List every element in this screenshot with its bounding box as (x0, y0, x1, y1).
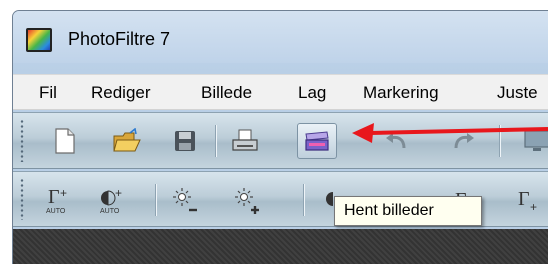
svg-text:+: + (115, 186, 122, 200)
svg-text:Γ: Γ (518, 188, 530, 210)
auto-contrast-button[interactable]: + AUTO (93, 182, 133, 218)
new-document-icon (55, 128, 75, 154)
menu-markering[interactable]: Markering (363, 83, 439, 103)
menu-lag[interactable]: Lag (298, 83, 326, 103)
toolbar-separator (303, 184, 305, 216)
photofiltre-app-icon[interactable] (26, 28, 52, 52)
auto-levels-button[interactable]: Γ + AUTO (39, 182, 79, 218)
menu-billede[interactable]: Billede (201, 83, 252, 103)
title-bar: PhotoFiltre 7 (13, 11, 548, 63)
menu-rediger[interactable]: Rediger (91, 83, 151, 103)
toolbar-grip[interactable] (19, 119, 25, 162)
toolbar-separator (215, 125, 217, 157)
save-button[interactable] (165, 123, 205, 159)
print-icon (232, 129, 258, 151)
brightness-plus-icon (235, 188, 259, 214)
workspace-area[interactable] (13, 229, 548, 264)
menu-bar: Fil Rediger Billede Lag Markering Juste (13, 74, 548, 110)
auto-contrast-icon: + AUTO (100, 186, 122, 215)
auto-label: AUTO (46, 208, 66, 215)
menu-fil[interactable]: Fil (39, 83, 57, 103)
menu-juster[interactable]: Juste (497, 83, 538, 103)
toolbar-grip[interactable] (19, 178, 25, 220)
auto-label: AUTO (100, 208, 120, 215)
auto-levels-icon: Γ + AUTO (46, 186, 67, 215)
svg-text:+: + (530, 200, 537, 214)
scanner-acquire-icon (305, 131, 329, 151)
acquire-images-button[interactable] (297, 123, 337, 159)
window-title: PhotoFiltre 7 (68, 29, 171, 49)
svg-text:+: + (60, 186, 67, 200)
tooltip-text: Hent billeder (344, 202, 434, 219)
annotation-arrow (352, 123, 548, 143)
brightness-minus-icon (173, 188, 197, 212)
gamma-plus-icon: Γ + (518, 188, 537, 214)
brightness-plus-button[interactable] (227, 182, 267, 218)
tooltip: Hent billeder (334, 196, 482, 226)
print-button[interactable] (225, 123, 265, 159)
brightness-minus-button[interactable] (165, 182, 205, 218)
open-button[interactable] (107, 123, 147, 159)
svg-text:Γ: Γ (48, 186, 60, 208)
open-folder-icon (113, 128, 141, 152)
gamma-plus-button[interactable]: Γ + (509, 182, 548, 218)
toolbar-separator (155, 184, 157, 216)
new-button[interactable] (45, 123, 85, 159)
save-disk-icon (175, 131, 195, 151)
